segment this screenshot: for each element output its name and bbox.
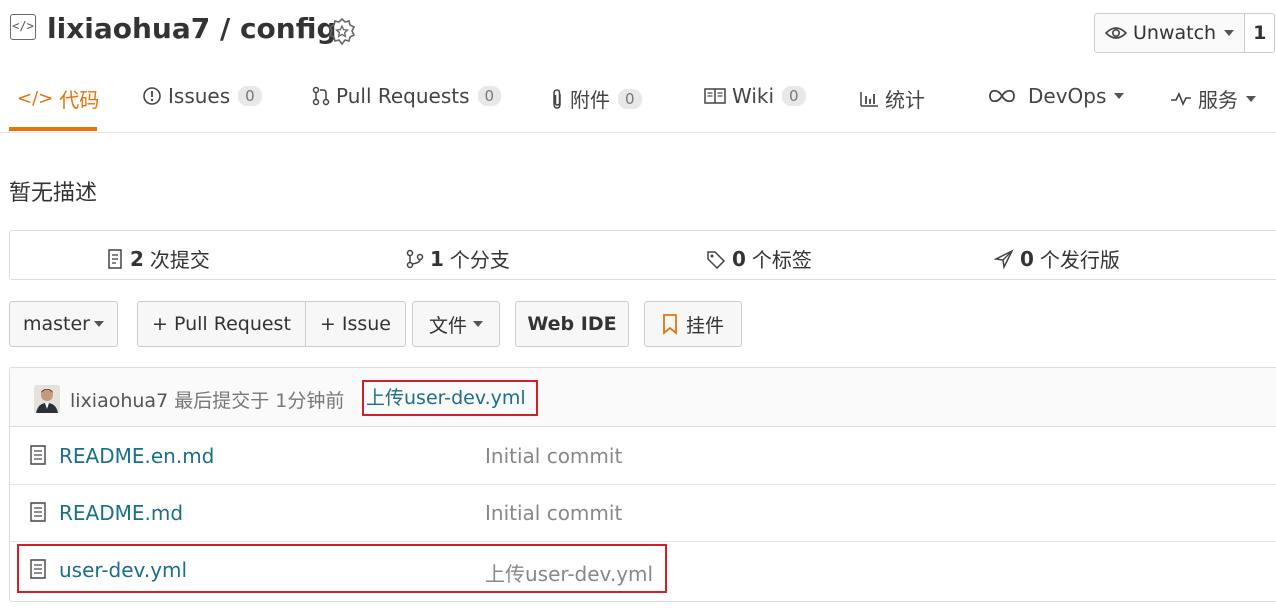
file-row[interactable]: README.en.md Initial commit xyxy=(10,427,1276,485)
tab-devops[interactable]: DevOps xyxy=(988,84,1125,108)
create-button-group: + Pull Request + Issue xyxy=(137,301,406,347)
tab-pull-requests-label: Pull Requests xyxy=(336,84,470,108)
tags-label: 个标签 xyxy=(751,248,812,272)
chevron-down-icon xyxy=(1114,93,1125,99)
tab-issues-label: Issues xyxy=(168,84,231,108)
pull-requests-count-badge: 0 xyxy=(477,86,502,106)
widget-label: 挂件 xyxy=(685,314,724,337)
tab-services[interactable]: 服务 xyxy=(1170,84,1256,113)
watch-button-group: Unwatch 1 xyxy=(1094,13,1276,53)
unwatch-button[interactable]: Unwatch xyxy=(1095,14,1246,52)
commit-author[interactable]: lixiaohua7 xyxy=(70,390,168,412)
tags-count: 0 xyxy=(732,246,746,271)
commit-info: lixiaohua7 最后提交于 1分钟前 xyxy=(70,386,344,413)
commits-label: 次提交 xyxy=(149,248,210,272)
attachments-count-badge: 0 xyxy=(618,88,642,109)
bookmark-icon xyxy=(663,314,677,335)
chevron-down-icon xyxy=(1246,95,1256,102)
branches-label: 个分支 xyxy=(449,248,510,272)
code-icon: </> xyxy=(17,88,54,109)
tab-pull-requests[interactable]: Pull Requests 0 xyxy=(312,84,502,108)
repo-title[interactable]: lixiaohua7 / config xyxy=(47,12,337,45)
pull-request-icon xyxy=(312,86,330,106)
chevron-down-icon xyxy=(473,321,483,327)
chevron-down-icon xyxy=(94,321,104,327)
highlight-box xyxy=(17,544,667,593)
repo-description: 暂无描述 xyxy=(9,181,98,206)
tab-issues[interactable]: Issues 0 xyxy=(142,84,262,108)
pulse-icon xyxy=(1171,91,1191,106)
branches-count: 1 xyxy=(430,246,444,271)
tab-services-label: 服务 xyxy=(1198,88,1238,112)
file-icon xyxy=(30,502,46,522)
issues-count-badge: 0 xyxy=(238,86,262,106)
watch-count[interactable]: 1 xyxy=(1245,14,1275,52)
widget-button[interactable]: 挂件 xyxy=(644,301,742,347)
branch-icon xyxy=(406,249,424,268)
tab-stats[interactable]: 统计 xyxy=(859,84,925,113)
repo-stats-bar: 2 次提交 1 个分支 0 个标签 0 个发行版 xyxy=(9,230,1276,280)
tab-attachments[interactable]: 附件 0 xyxy=(550,84,642,113)
releases-stat[interactable]: 0 个发行版 xyxy=(994,244,1120,273)
latest-commit-message[interactable]: 上传user-dev.yml xyxy=(362,380,538,416)
eye-icon xyxy=(1105,27,1127,39)
infinity-icon xyxy=(989,89,1015,103)
commits-stat[interactable]: 2 次提交 xyxy=(106,244,210,273)
wiki-count-badge: 0 xyxy=(782,86,806,106)
latest-commit-row: lixiaohua7 最后提交于 1分钟前 上传user-dev.yml xyxy=(10,368,1276,427)
file-menu-button[interactable]: 文件 xyxy=(412,301,500,347)
releases-count: 0 xyxy=(1020,246,1034,271)
chevron-down-icon xyxy=(1224,30,1235,36)
unwatch-label: Unwatch xyxy=(1133,22,1217,44)
new-pull-request-button[interactable]: + Pull Request xyxy=(138,302,305,346)
tab-code[interactable]: </> 代码 xyxy=(17,84,99,113)
releases-label: 个发行版 xyxy=(1039,248,1120,272)
book-icon xyxy=(704,88,726,104)
new-issue-button[interactable]: + Issue xyxy=(304,302,405,346)
active-tab-indicator xyxy=(9,127,97,131)
file-icon xyxy=(30,445,46,465)
branches-stat[interactable]: 1 个分支 xyxy=(406,244,510,273)
commit-meta: 最后提交于 1分钟前 xyxy=(174,390,345,412)
repo-tabs: </> 代码 Issues 0 Pull Requests 0 附件 0 Wik… xyxy=(0,70,1276,133)
file-name[interactable]: README.md xyxy=(59,501,183,525)
commits-count: 2 xyxy=(130,246,144,271)
tab-wiki-label: Wiki xyxy=(732,84,775,108)
file-name[interactable]: README.en.md xyxy=(59,444,214,468)
bar-chart-icon xyxy=(860,91,878,107)
file-row[interactable]: README.md Initial commit xyxy=(10,484,1276,542)
file-commit-message[interactable]: Initial commit xyxy=(485,501,622,525)
file-commit-message[interactable]: Initial commit xyxy=(485,444,622,468)
tab-code-label: 代码 xyxy=(59,88,100,112)
file-menu-label: 文件 xyxy=(428,314,467,337)
branch-select-button[interactable]: master xyxy=(9,301,118,347)
tab-stats-label: 统计 xyxy=(885,88,925,112)
send-icon xyxy=(994,248,1014,269)
commit-doc-icon xyxy=(108,248,122,269)
branch-select-label: master xyxy=(22,313,90,335)
recommend-badge-icon xyxy=(328,17,356,46)
tag-icon xyxy=(707,250,726,269)
avatar[interactable] xyxy=(34,385,60,413)
web-ide-button[interactable]: Web IDE xyxy=(515,301,629,347)
repo-code-icon: </> xyxy=(10,14,36,40)
tags-stat[interactable]: 0 个标签 xyxy=(706,244,812,273)
paperclip-icon xyxy=(553,88,561,109)
tab-devops-label: DevOps xyxy=(1028,84,1107,108)
tab-attachments-label: 附件 xyxy=(570,88,610,112)
tab-wiki[interactable]: Wiki 0 xyxy=(704,84,806,108)
issue-icon xyxy=(143,87,161,105)
